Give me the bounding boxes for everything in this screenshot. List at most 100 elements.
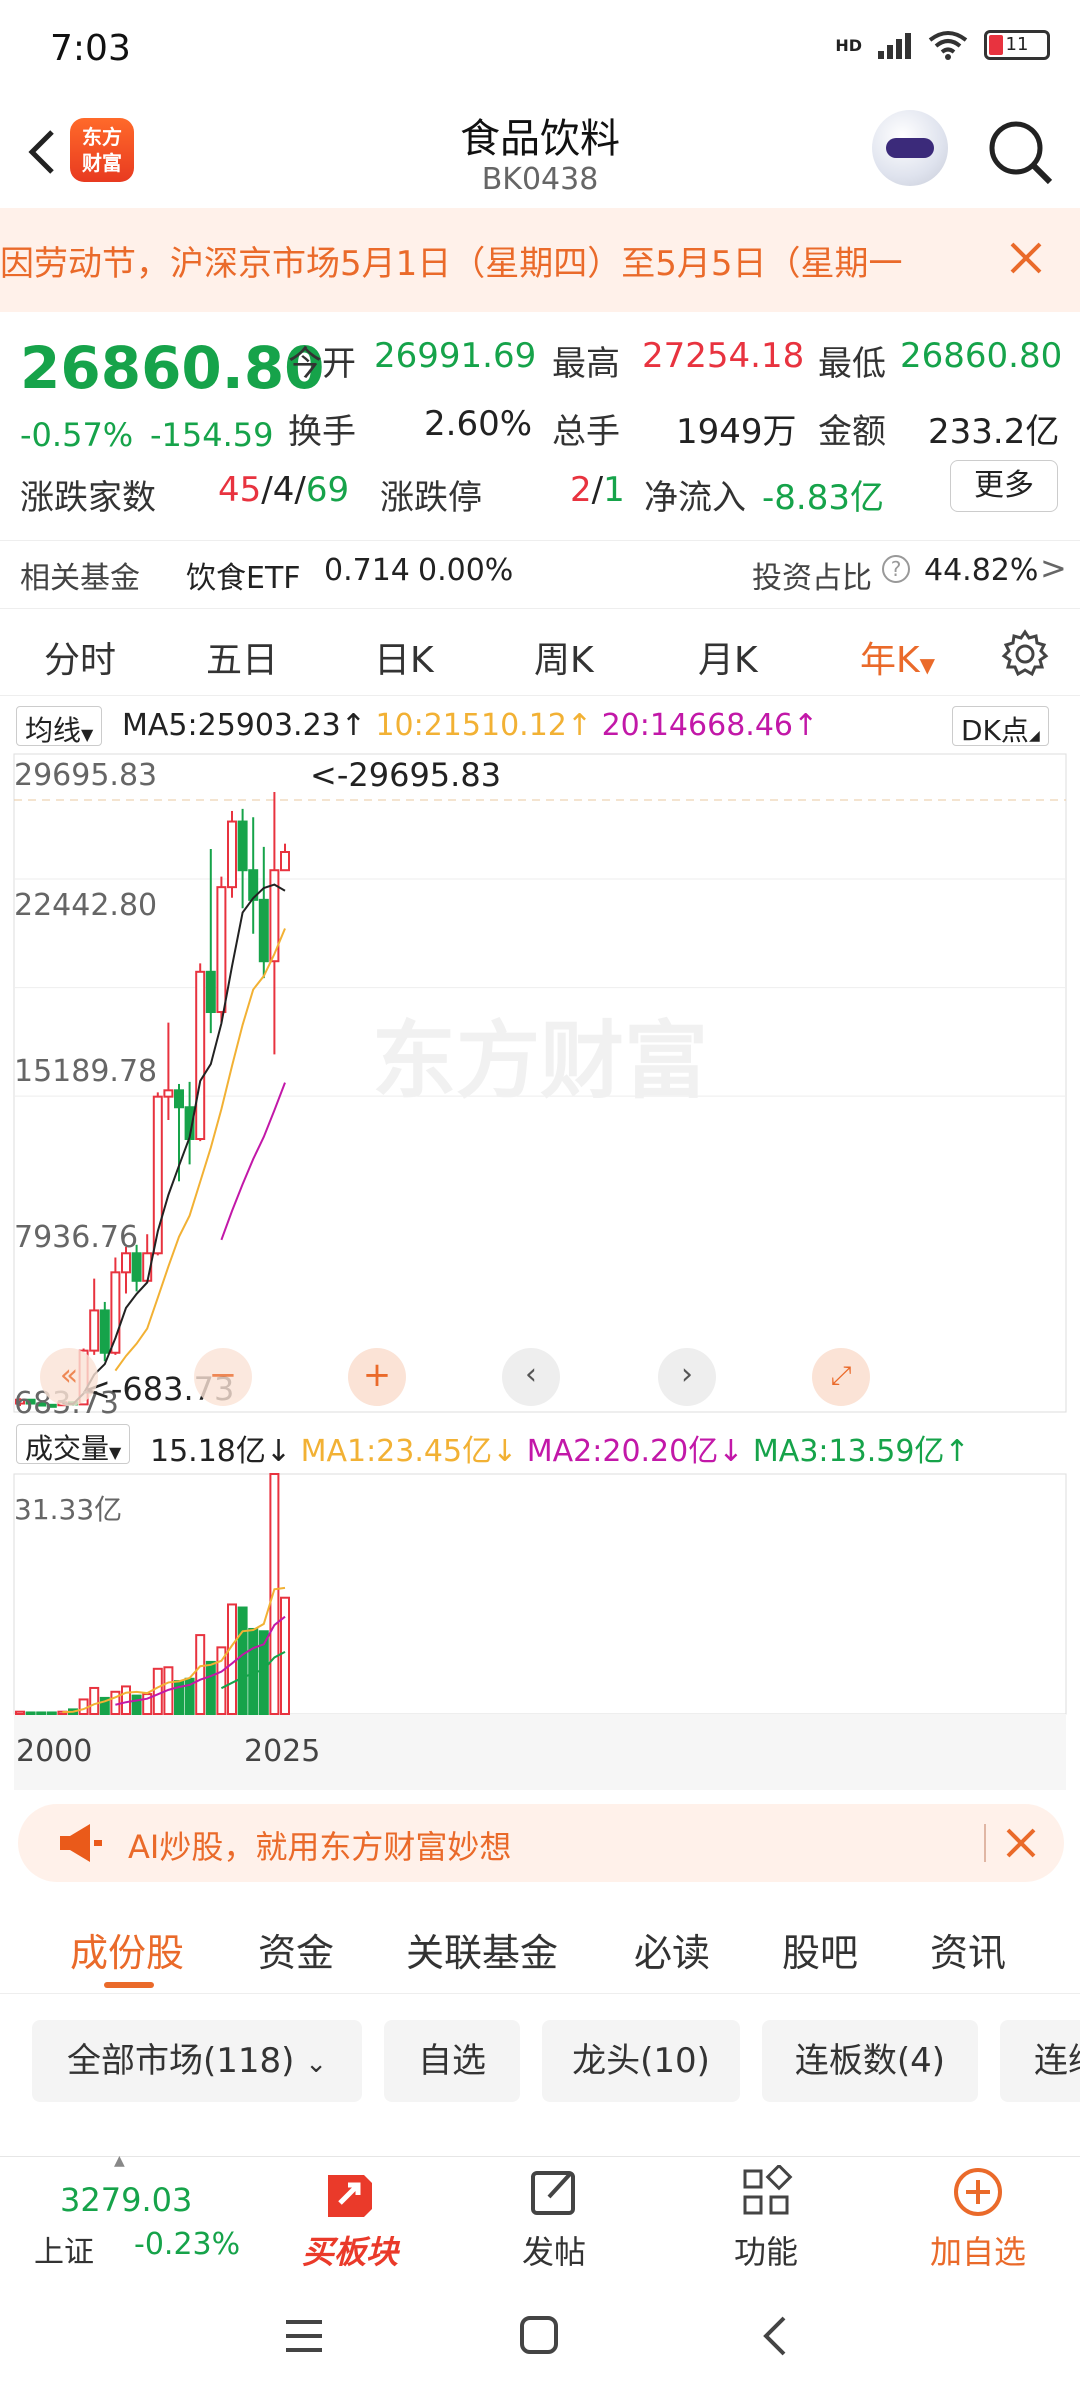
quote-panel: 26860.80 -0.57% -154.59 今开 26991.69 最高 2… — [0, 312, 1080, 536]
candle-body — [174, 1089, 184, 1109]
market-filter[interactable]: 全部市场(118) ⌄ — [32, 2020, 362, 2102]
fund-name: 饮食ETF — [186, 561, 301, 596]
filter-consecutive-boards[interactable]: 连板数(4) — [762, 2020, 978, 2102]
filter-watchlist[interactable]: 自选 — [384, 2020, 520, 2102]
dk-label: DK点 — [961, 714, 1029, 747]
candle-body — [237, 820, 248, 872]
dk-point-button[interactable]: DK点◢ — [952, 706, 1049, 747]
open-value: 26991.69 — [374, 336, 537, 376]
edit-icon — [531, 2171, 575, 2215]
holiday-notice[interactable]: 因劳动节，沪深京市场5月1日（星期四）至5月5日（星期一 — [0, 208, 1080, 312]
settings-gear-icon[interactable] — [1000, 629, 1050, 679]
volume-bar — [195, 1634, 206, 1715]
tab-daily-k[interactable]: 日K — [374, 631, 434, 683]
add-watchlist-button[interactable]: 加自选 — [918, 2165, 1038, 2273]
rewind-icon[interactable]: « — [40, 1348, 98, 1406]
nav-header: 东方财富 食品饮料 BK0438 — [0, 100, 1080, 208]
tab-monthly-k[interactable]: 月K — [698, 631, 758, 683]
ai-assistant-icon[interactable] — [872, 110, 948, 186]
ma-selector[interactable]: 均线▼ — [16, 706, 103, 747]
help-icon[interactable]: ? — [882, 555, 910, 583]
tab-must-read[interactable]: 必读 — [634, 1922, 710, 1977]
candle-body — [280, 850, 290, 872]
close-icon[interactable] — [1000, 232, 1052, 284]
tab-forum[interactable]: 股吧 — [782, 1922, 858, 1977]
candle-body — [258, 898, 269, 963]
kline-chart-area[interactable]: 东方财富 均线▼ MA5:25903.23↑ 10:21510.12↑ 20:1… — [0, 700, 1080, 1790]
post-button[interactable]: 发帖 — [504, 2165, 604, 2273]
vol-ma1-value: MA1:23.45亿 — [300, 1434, 493, 1469]
arrow-down-icon: ↓ — [492, 1434, 518, 1469]
tab-constituents[interactable]: 成份股 — [70, 1922, 184, 1977]
volume-selector[interactable]: 成交量▼ — [16, 1424, 131, 1465]
volume-bar — [269, 1473, 280, 1715]
change-pct: -0.57% — [20, 416, 134, 454]
status-icons: HD 11 — [835, 30, 1050, 60]
scroll-right-icon[interactable]: › — [658, 1348, 716, 1406]
ai-ad-banner[interactable]: AI炒股，就用东方财富妙想 — [18, 1804, 1064, 1882]
volume-bar — [25, 1711, 36, 1715]
candle-body — [195, 970, 206, 1140]
close-icon[interactable] — [1000, 1822, 1042, 1864]
tab-related-funds[interactable]: 关联基金 — [406, 1922, 558, 1977]
home-icon[interactable] — [518, 2314, 560, 2356]
functions-button[interactable]: 功能 — [716, 2163, 816, 2273]
ma20-value: 20:14668.46 — [601, 708, 793, 743]
open-label: 今开 — [288, 344, 356, 384]
chevron-right-icon[interactable]: > — [1040, 549, 1067, 587]
candle-body — [99, 1309, 110, 1354]
wifi-icon — [928, 31, 968, 60]
volume-label: 总手 — [552, 412, 620, 452]
divider — [984, 1824, 986, 1862]
volume-bar — [237, 1606, 248, 1715]
zoom-out-icon[interactable]: − — [194, 1348, 252, 1406]
vol-ma3-value: MA3:13.59亿 — [752, 1434, 945, 1469]
fund-price: 0.714 — [324, 553, 410, 588]
ratio-value: 44.82% — [924, 553, 1039, 588]
amount-label: 金额 — [818, 412, 886, 452]
vol-ma2-value: MA2:20.20亿 — [526, 1434, 719, 1469]
tab-five-day[interactable]: 五日 — [206, 631, 278, 683]
back-icon[interactable] — [756, 2314, 796, 2358]
more-button[interactable]: 更多 — [950, 460, 1058, 512]
volume-bar — [205, 1660, 216, 1716]
y-label-4: 7936.76 — [14, 1220, 139, 1255]
clock: 7:03 — [50, 28, 131, 69]
buy-sector-button[interactable]: 买板块 — [290, 2165, 410, 2273]
index-value[interactable]: 3279.03 — [60, 2181, 192, 2219]
x-label-start: 2000 — [16, 1734, 93, 1769]
tab-intraday[interactable]: 分时 — [44, 631, 116, 683]
breadth-values: 45/4/69 — [218, 470, 350, 510]
related-fund-row[interactable]: 相关基金 饮食ETF 0.714 0.00% 投资占比 ? 44.82% > — [0, 540, 1080, 600]
period-tabs: 分时 五日 日K 周K 月K 年K▼ — [0, 608, 1080, 696]
index-name: 上证 — [34, 2235, 94, 2270]
search-icon[interactable] — [986, 118, 1056, 188]
candle-body — [131, 1252, 142, 1282]
fund-label: 相关基金 — [20, 561, 140, 596]
filter-consecutive[interactable]: 连续 — [1000, 2020, 1080, 2102]
volume-bar — [36, 1711, 47, 1715]
fullscreen-icon[interactable]: ⤢ — [812, 1348, 870, 1406]
system-nav-bar — [0, 2276, 1080, 2400]
last-price: 26860.80 — [20, 334, 325, 402]
filter-leaders[interactable]: 龙头(10) — [542, 2020, 740, 2102]
buy-sector-label: 买板块 — [301, 2233, 398, 2271]
tab-weekly-k[interactable]: 周K — [534, 631, 594, 683]
tab-yearly-k-label: 年K — [860, 640, 920, 681]
tab-capital[interactable]: 资金 — [258, 1922, 334, 1977]
amount-value: 233.2亿 — [928, 412, 1060, 452]
market-filter-label: 全部市场(118) — [66, 2041, 295, 2081]
tab-news[interactable]: 资讯 — [930, 1922, 1006, 1977]
ad-text: AI炒股，就用东方财富妙想 — [128, 1828, 512, 1866]
low-value: 26860.80 — [900, 336, 1063, 376]
ratio-label: 投资占比 — [752, 561, 872, 596]
breadth-flat: 4 — [272, 470, 295, 510]
menu-icon[interactable] — [282, 2316, 326, 2356]
scroll-left-icon[interactable]: ‹ — [502, 1348, 560, 1406]
index-change: -0.23% — [134, 2227, 241, 2262]
high-value: 27254.18 — [642, 336, 805, 376]
zoom-in-icon[interactable]: + — [348, 1348, 406, 1406]
tab-yearly-k[interactable]: 年K▼ — [860, 631, 935, 683]
ma-selector-label: 均线 — [25, 714, 82, 747]
kline-chart[interactable]: 东方财富 — [0, 700, 1080, 1790]
